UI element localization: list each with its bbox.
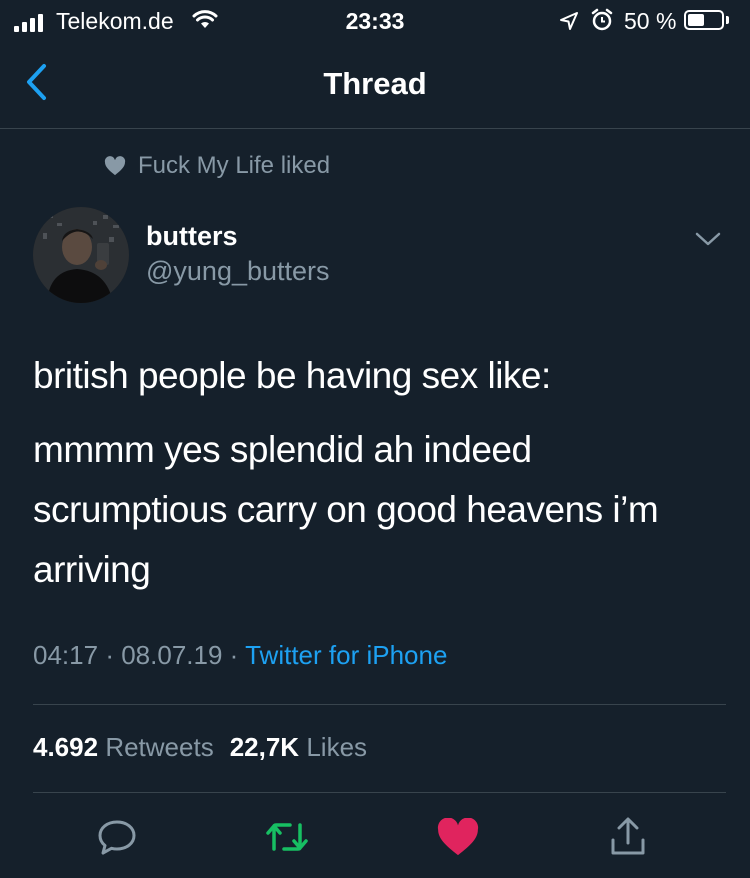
tweet-time: 04:17: [33, 640, 99, 670]
like-icon: [437, 818, 479, 856]
retweets-stat[interactable]: 4.692 Retweets: [33, 732, 214, 762]
retweet-button[interactable]: [260, 812, 314, 862]
status-bar: Telekom.de 23:33 50 %: [0, 0, 750, 44]
avatar-image: [33, 207, 129, 303]
retweets-count: 4.692: [33, 732, 99, 762]
avatar[interactable]: [33, 207, 129, 303]
reply-button[interactable]: [90, 812, 144, 862]
tweet-meta: 04:17 · 08.07.19 · Twitter for iPhone: [33, 640, 447, 671]
meta-separator: ·: [229, 640, 239, 670]
likes-label: Likes: [306, 732, 368, 762]
social-context[interactable]: Fuck My Life liked: [104, 152, 330, 180]
location-icon: [560, 12, 578, 30]
retweet-icon: [266, 823, 308, 851]
divider: [33, 792, 726, 793]
meta-separator: ·: [105, 640, 114, 670]
page-title: Thread: [323, 66, 427, 101]
like-button[interactable]: [431, 812, 485, 862]
tweet-text-line: british people be having sex like:: [33, 355, 551, 396]
tweet-stats: 4.692 Retweets 22,7K Likes: [33, 732, 367, 763]
tweet-text-line: mmmm yes splendid ah indeed scrumptious …: [33, 429, 659, 590]
reply-icon: [98, 820, 136, 855]
battery-tip: [726, 16, 729, 24]
share-button[interactable]: [601, 812, 655, 862]
navigation-bar: Thread: [0, 44, 750, 129]
battery-percent: 50 %: [624, 8, 677, 34]
author-handle[interactable]: @yung_butters: [146, 256, 330, 287]
divider: [33, 704, 726, 705]
heart-icon: [104, 156, 126, 176]
tweet-source-link[interactable]: Twitter for iPhone: [245, 640, 447, 670]
author-name[interactable]: butters: [146, 221, 238, 252]
chevron-down-icon[interactable]: [694, 230, 722, 248]
likes-count: 22,7K: [229, 732, 300, 762]
battery-icon: [684, 10, 724, 30]
tweet-date: 08.07.19: [121, 640, 223, 670]
alarm-icon: [591, 8, 613, 31]
retweets-label: Retweets: [105, 732, 214, 762]
likes-stat[interactable]: 22,7K Likes: [230, 732, 367, 762]
social-context-label: Fuck My Life liked: [138, 152, 331, 179]
share-icon: [611, 817, 645, 855]
